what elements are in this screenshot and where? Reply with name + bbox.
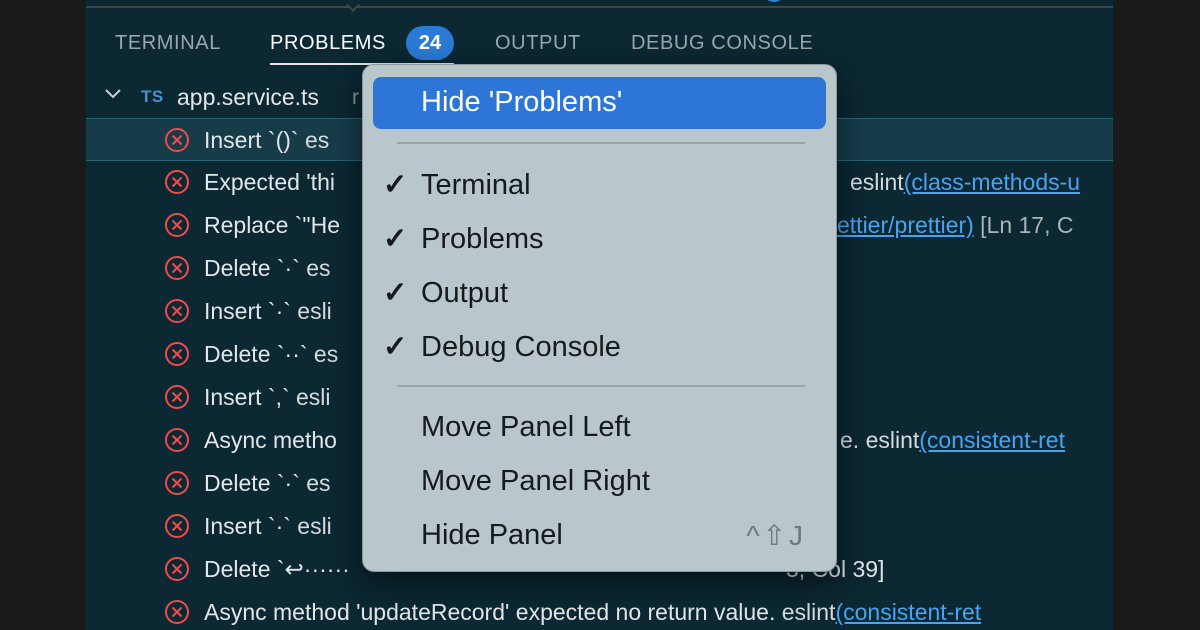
menu-item-terminal[interactable]: ✓ Terminal	[363, 163, 836, 209]
keyboard-shortcut: ^⇧J	[746, 520, 806, 551]
menu-item-label: Problems	[421, 223, 544, 255]
panel-tabs: TERMINAL PROBLEMS 24 OUTPUT DEBUG CONSOL…	[86, 24, 1113, 65]
menu-item-output[interactable]: ✓ Output	[363, 271, 836, 317]
rule-link[interactable]: (class-methods-u	[904, 169, 1080, 195]
error-icon	[165, 213, 189, 237]
panel-top-border	[86, 0, 1113, 13]
typescript-icon: TS	[141, 87, 164, 106]
tab-debug-console[interactable]: DEBUG CONSOLE	[631, 32, 813, 55]
menu-item-label: Debug Console	[421, 331, 621, 363]
checkmark-icon: ✓	[383, 169, 408, 201]
error-icon	[165, 170, 189, 194]
checkmark-icon: ✓	[383, 331, 408, 363]
problem-message: Async method 'updateRecord' expected no …	[204, 599, 776, 625]
problem-source: esli	[297, 513, 332, 539]
menu-separator	[397, 142, 805, 144]
problem-message: Async metho	[204, 427, 337, 453]
chevron-down-icon[interactable]	[103, 84, 123, 104]
menu-item-label: Move Panel Right	[421, 465, 650, 497]
error-icon	[165, 428, 189, 452]
error-icon	[165, 385, 189, 409]
tab-problems[interactable]: PROBLEMS	[270, 32, 386, 55]
problem-message: Delete `·`	[204, 470, 300, 496]
file-path: r	[352, 86, 359, 109]
menu-item-label: Hide Panel	[421, 519, 563, 551]
panel-context-menu: Hide 'Problems' ✓ Terminal ✓ Problems ✓ …	[362, 64, 837, 572]
menu-item-label: Output	[421, 277, 509, 309]
problem-source: e. eslint	[840, 427, 920, 453]
problem-source: esli	[296, 384, 331, 410]
problem-message: Replace `"He	[204, 212, 341, 238]
error-icon	[165, 471, 189, 495]
problem-message: Delete `·`	[204, 255, 300, 281]
menu-item-label: Terminal	[421, 169, 531, 201]
problems-count-badge: 24	[406, 26, 454, 60]
error-icon	[165, 299, 189, 323]
error-icon	[165, 600, 189, 624]
menu-separator	[397, 385, 805, 387]
problem-source: eslint	[781, 599, 836, 625]
error-icon	[165, 342, 189, 366]
file-name: app.service.ts	[177, 84, 319, 110]
problem-message: Expected 'thi	[204, 169, 335, 195]
menu-item-hide-panel[interactable]: Hide Panel ^⇧J	[363, 513, 836, 559]
problem-message: Delete `··`	[204, 341, 308, 367]
problem-source: esli	[297, 298, 332, 324]
problem-message: Delete `↩······	[204, 556, 350, 582]
menu-item-label: Hide 'Problems'	[421, 86, 623, 118]
checkmark-icon: ✓	[383, 277, 408, 309]
problem-message: Insert `·`	[204, 513, 291, 539]
menu-item-problems[interactable]: ✓ Problems	[363, 217, 836, 263]
tab-output[interactable]: OUTPUT	[495, 32, 581, 55]
problem-source: es	[313, 341, 339, 367]
error-icon	[165, 514, 189, 538]
checkmark-icon: ✓	[383, 223, 408, 255]
tab-terminal[interactable]: TERMINAL	[115, 32, 221, 55]
problem-source: es	[306, 255, 331, 281]
problem-message: Insert `,`	[204, 384, 290, 410]
problem-source: eslint	[850, 169, 904, 195]
error-icon	[165, 557, 189, 581]
menu-item-hide-problems[interactable]: Hide 'Problems'	[373, 77, 826, 129]
problem-location: [Ln 17, C	[980, 212, 1074, 238]
problem-row[interactable]: Async method 'updateRecord' expected no …	[86, 591, 1113, 630]
menu-item-debug-console[interactable]: ✓ Debug Console	[363, 325, 836, 371]
problem-message: Insert `()`	[204, 127, 299, 153]
problem-message: Insert `·`	[204, 298, 291, 324]
rule-link[interactable]: ettier/prettier)	[837, 212, 974, 238]
error-icon	[165, 256, 189, 280]
problem-source: es	[306, 470, 331, 496]
menu-item-move-panel-right[interactable]: Move Panel Right	[363, 459, 836, 505]
rule-link[interactable]: (consistent-ret	[835, 599, 981, 625]
error-icon	[165, 128, 189, 152]
rule-link[interactable]: (consistent-ret	[919, 427, 1065, 453]
notification-dot	[766, 0, 782, 2]
problem-source: es	[304, 127, 330, 153]
menu-item-move-panel-left[interactable]: Move Panel Left	[363, 405, 836, 451]
menu-item-label: Move Panel Left	[421, 411, 631, 443]
